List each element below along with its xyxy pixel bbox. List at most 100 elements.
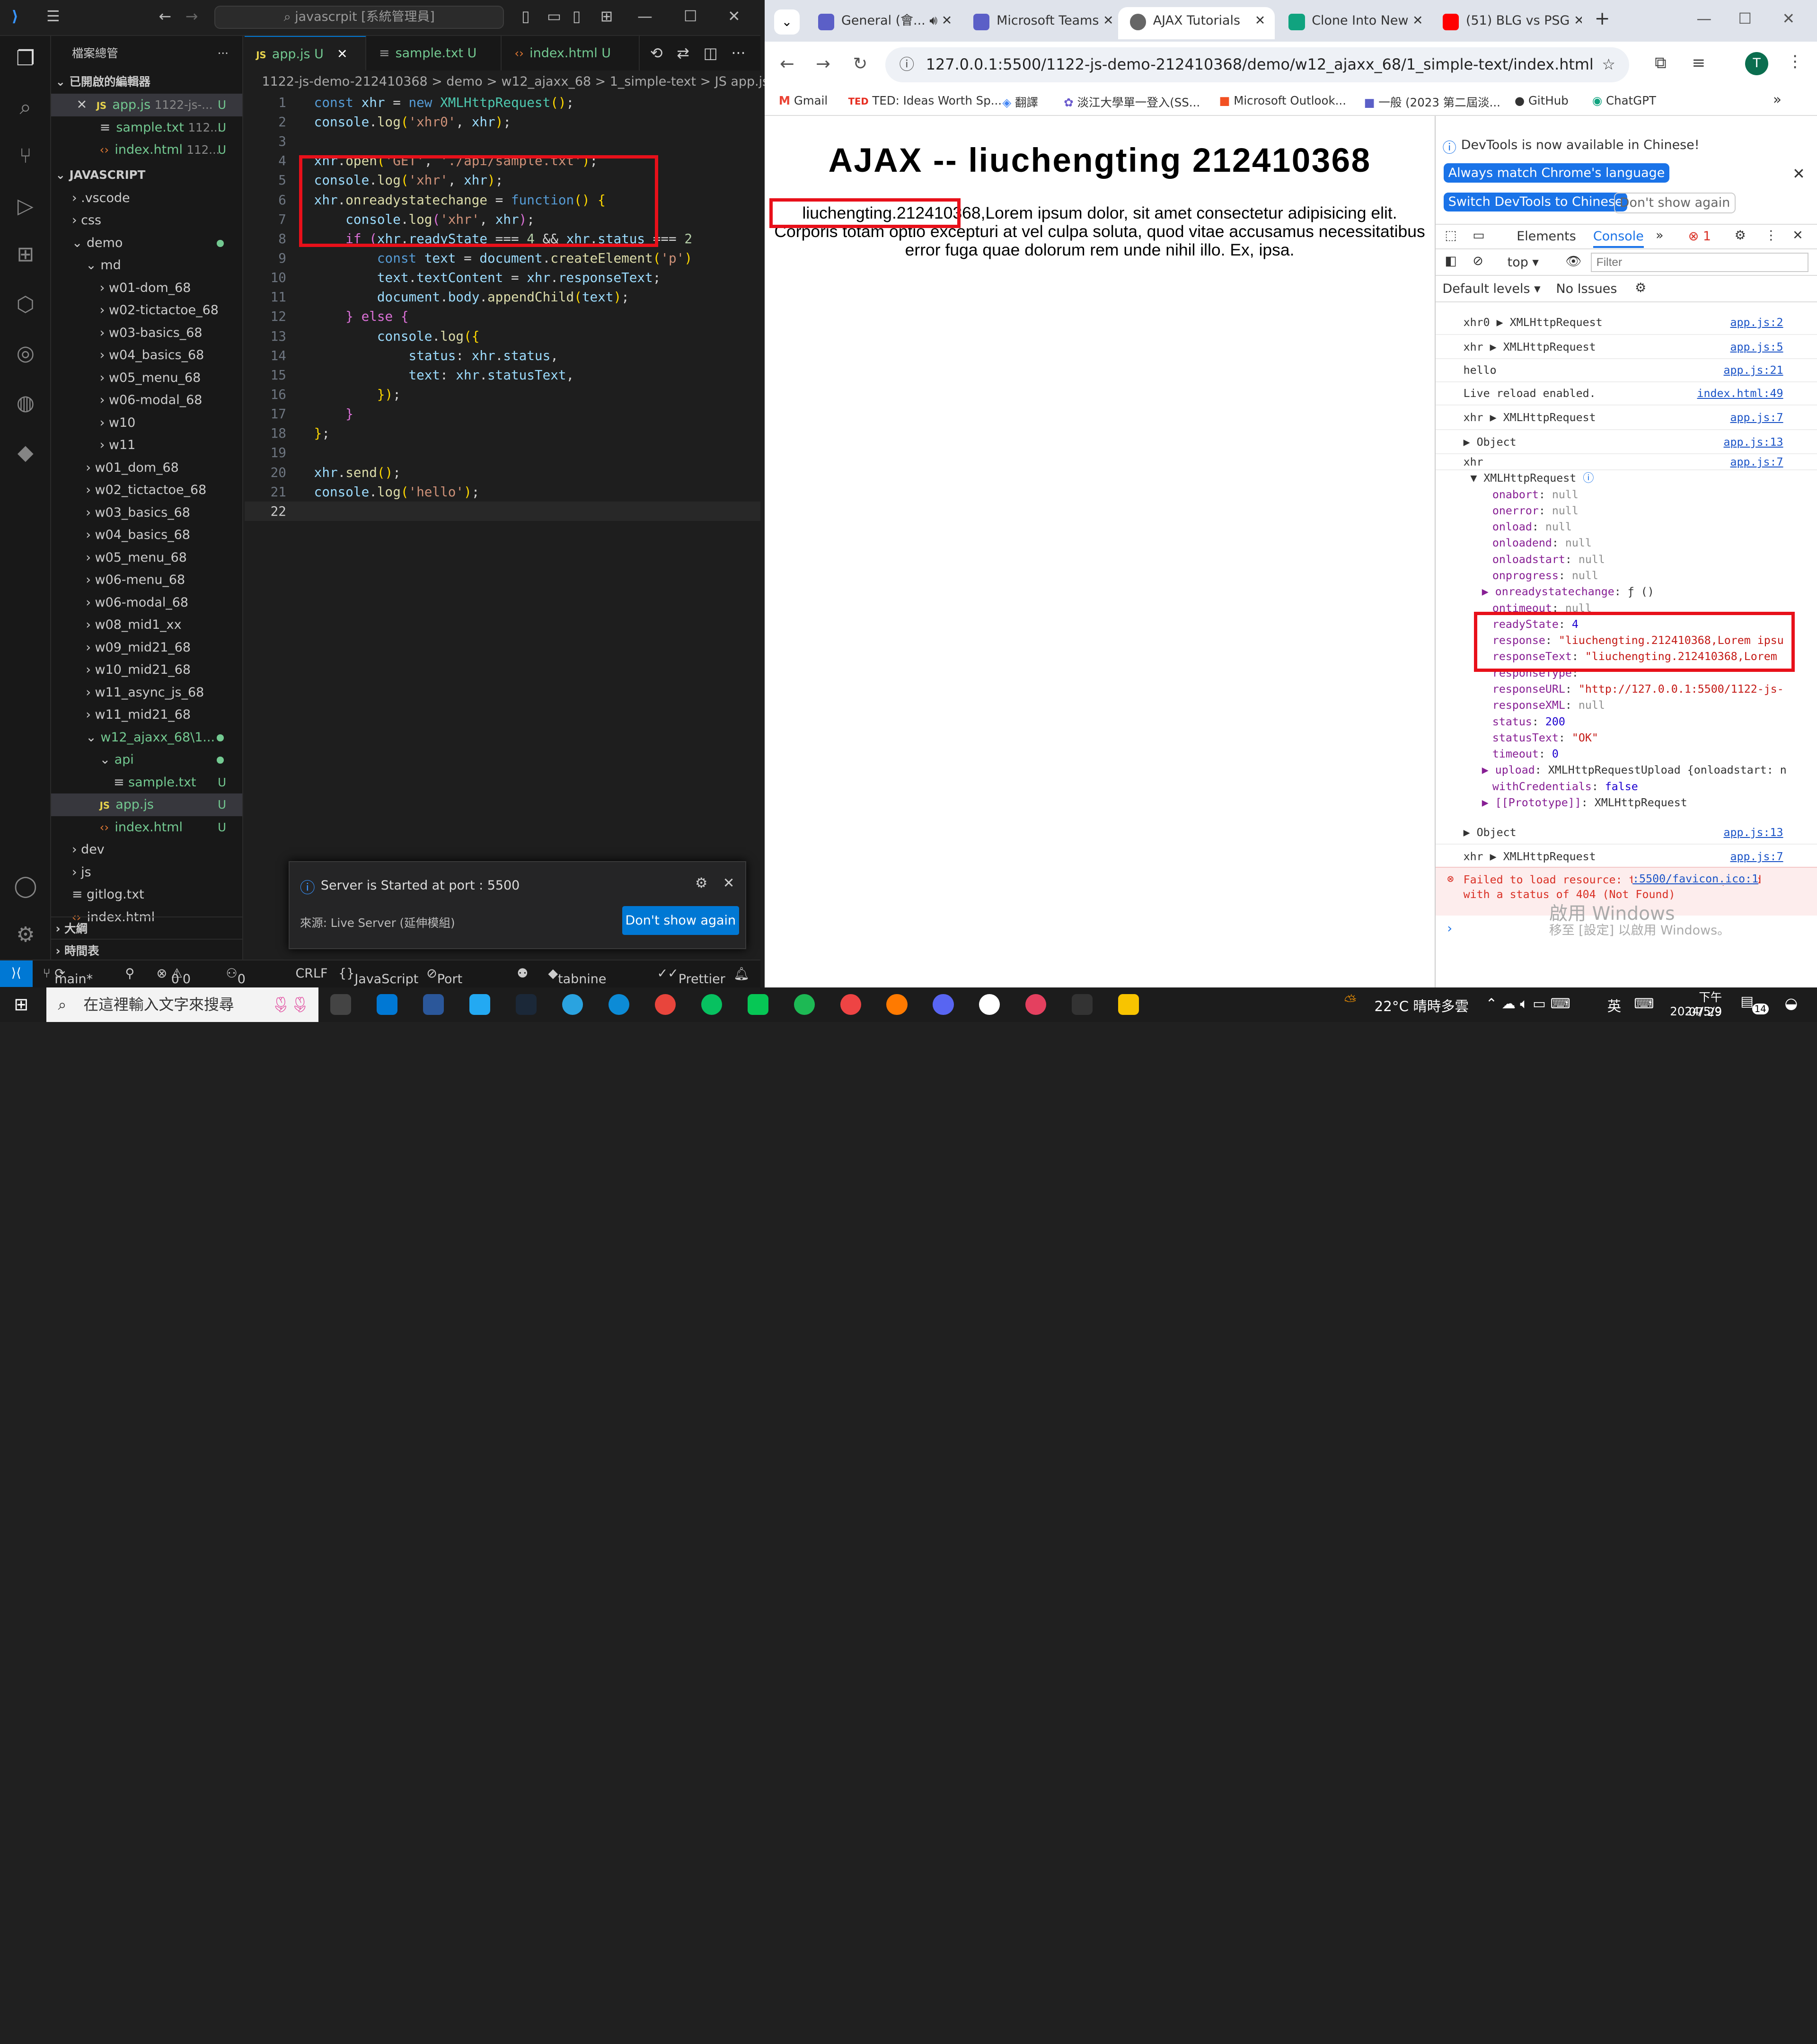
xhr-property[interactable]: ▶ onreadystatechange: ƒ () (1436, 584, 1817, 600)
new-tab-icon[interactable]: + (1595, 8, 1610, 29)
inspect-icon[interactable]: ⬚ (1445, 228, 1456, 243)
xhr-property[interactable]: responseURL: "http://127.0.0.1:5500/1122… (1436, 681, 1817, 697)
app-icon[interactable] (979, 994, 1000, 1015)
console-log-row[interactable]: xhr ▶ XMLHttpRequest app.js:7 (1435, 845, 1817, 869)
windows-start-icon[interactable]: ⊞ (14, 994, 28, 1014)
tree-item[interactable]: › js (51, 861, 243, 884)
source-link[interactable]: app.js:2 (1730, 310, 1783, 334)
tab-sample-txt[interactable]: ≡ sample.txt U (367, 35, 502, 71)
chrome-menu-icon[interactable]: ⋮ (1787, 52, 1803, 71)
browser-tab[interactable]: Clone Into New ✕ (1277, 7, 1428, 40)
tree-item[interactable]: › w08_mid1_xx (51, 614, 243, 636)
git-graph-status-icon[interactable]: ⚲ (125, 966, 134, 981)
extensions-icon[interactable]: ⊞ (11, 241, 39, 269)
layout-icon[interactable]: ⊞ (600, 7, 613, 25)
capcut-icon[interactable] (1072, 994, 1093, 1015)
open-editor-item[interactable]: ≡ sample.txt 112... U (51, 116, 243, 139)
xhr-property[interactable]: withCredentials: false (1436, 779, 1817, 795)
vscode-taskbar-icon[interactable] (469, 994, 490, 1015)
console-log-row[interactable]: hello app.js:21 (1435, 359, 1817, 383)
match-language-button[interactable]: Always match Chrome's language (1443, 163, 1670, 183)
task-view-icon[interactable] (330, 994, 352, 1015)
account-icon[interactable]: ◯ (11, 872, 39, 900)
tree-item[interactable]: › w11 (51, 434, 243, 457)
chrome-taskbar-icon[interactable] (654, 994, 676, 1015)
maximize-icon[interactable]: ☐ (684, 7, 697, 25)
tab-search-icon[interactable]: ⌄ (774, 9, 800, 35)
notification-center-icon[interactable]: ▤ (1740, 993, 1754, 1009)
split-editor-icon[interactable]: ◫ (704, 44, 718, 62)
source-link[interactable]: app.js:21 (1724, 359, 1783, 381)
word-icon[interactable] (423, 994, 444, 1015)
toggle-sidebar-icon[interactable]: ▯ (521, 7, 530, 25)
weather-icon[interactable]: ⛅︎ (1344, 992, 1356, 1010)
tree-item[interactable]: ≡ gitlog.txt (51, 883, 243, 906)
copilot-icon[interactable]: ⚉ (517, 966, 528, 981)
error-source-link[interactable]: :5500/favicon.ico:1 (1632, 872, 1759, 885)
tree-item[interactable]: › w11_async_js_68 (51, 681, 243, 704)
devtools-settings-icon[interactable]: ⚙ (1735, 228, 1746, 243)
tree-item[interactable]: › w10 (51, 412, 243, 434)
tree-item[interactable]: › w09_mid21_68 (51, 636, 243, 659)
firefox-icon[interactable] (886, 994, 908, 1015)
tree-item[interactable]: › w03_basics_68 (51, 502, 243, 524)
run-debug-icon[interactable]: ▷ (11, 193, 39, 220)
git-graph-icon[interactable]: ◎ (11, 340, 39, 368)
ime-mode-icon[interactable]: ⌨ (1634, 996, 1654, 1012)
outline-section[interactable]: › 大綱 (51, 916, 243, 940)
tree-item[interactable]: › dev (51, 838, 243, 861)
tree-item[interactable]: › w10_mid21_68 (51, 659, 243, 681)
toggle-secondary-icon[interactable]: ▯ (573, 7, 581, 25)
editor-more-icon[interactable]: ··· (731, 44, 745, 62)
app-icon[interactable] (1025, 994, 1047, 1015)
branch-status[interactable]: ⑂ main* ⟳ (43, 966, 93, 987)
console-log-row[interactable]: xhr ▶ XMLHttpRequest app.js:5 (1435, 335, 1817, 360)
bookmark-item[interactable]: M Gmail (779, 94, 828, 107)
tree-item[interactable]: › w02-tictactoe_68 (51, 299, 243, 322)
xhr-property[interactable]: onabort: null (1436, 487, 1817, 503)
tree-item[interactable]: › w06-menu_68 (51, 569, 243, 591)
more-actions-icon[interactable]: ··· (218, 36, 229, 70)
console-log-row[interactable]: ▶ Object app.js:13 (1435, 820, 1817, 845)
open-editor-item[interactable]: ✕ JS app.js 1122-js-... U (51, 94, 243, 116)
bookmark-item[interactable]: ■ 一般 (2023 第二屆淡... (1364, 94, 1500, 110)
source-link[interactable]: app.js:7 (1730, 845, 1783, 868)
breadcrumb[interactable]: 1122-js-demo-212410368 > demo > w12_ajax… (262, 74, 800, 89)
tray-icons[interactable]: ⌃ ☁ 🔈︎ ▭ ⌨ (1486, 996, 1570, 1012)
tree-item[interactable]: › w06-modal_68 (51, 591, 243, 614)
close-window-icon[interactable]: ✕ (728, 7, 741, 25)
browser-tab[interactable]: (51) BLG vs PSG ✕ (1431, 7, 1582, 40)
tree-item[interactable]: JS app.js U (51, 793, 243, 816)
tree-item[interactable]: › w01_dom_68 (51, 457, 243, 479)
context-select[interactable]: top ▾ (1508, 255, 1539, 270)
tree-item[interactable]: › w11_mid21_68 (51, 704, 243, 726)
issues-label[interactable]: No Issues (1556, 282, 1617, 296)
close-icon[interactable]: ✕ (337, 47, 348, 62)
switch-chinese-button[interactable]: Switch DevTools to Chinese (1443, 192, 1628, 212)
close-tab-icon[interactable]: ✕ (1255, 7, 1266, 35)
device-toolbar-icon[interactable]: ▭ (1473, 228, 1484, 243)
xhr-property[interactable]: ▶ upload: XMLHttpRequestUpload {onloadst… (1436, 762, 1817, 778)
tree-item[interactable]: › css (51, 209, 243, 232)
ports-status[interactable]: ⚇ 0 (226, 966, 246, 987)
site-info-icon[interactable]: ⓘ (899, 47, 914, 82)
back-arrow-icon[interactable]: ← (159, 7, 172, 25)
console-log-row[interactable]: xhr0 ▶ XMLHttpRequest app.js:2 (1435, 310, 1817, 335)
widgets-icon[interactable]: ◒ (1784, 994, 1798, 1012)
port-status[interactable]: ⊘ Port : 5500 (426, 966, 469, 1016)
profile-avatar[interactable]: T (1745, 52, 1769, 76)
close-window-icon[interactable]: ✕ (1782, 9, 1795, 27)
wechat-icon[interactable] (701, 994, 722, 1015)
menu-icon[interactable]: ☰ (46, 7, 60, 25)
tab-elements[interactable]: Elements (1517, 229, 1576, 244)
notifications-bell-icon[interactable]: 🔔︎ (733, 966, 750, 981)
prettier-status[interactable]: ✓✓ Prettier (657, 966, 725, 987)
python-icon[interactable]: ◆ (11, 439, 39, 467)
timeline-section[interactable]: › 時間表 (51, 938, 243, 960)
remote-explorer-icon[interactable]: ⬡ (11, 291, 39, 319)
bookmark-star-icon[interactable]: ☆ (1602, 47, 1615, 82)
dont-show-again-button[interactable]: Don't show again (622, 906, 739, 935)
gear-icon[interactable]: ⚙ (695, 875, 707, 891)
minimize-icon[interactable]: — (1696, 9, 1711, 27)
console-log-row[interactable]: xhr ▶ XMLHttpRequest app.js:7 (1435, 405, 1817, 430)
